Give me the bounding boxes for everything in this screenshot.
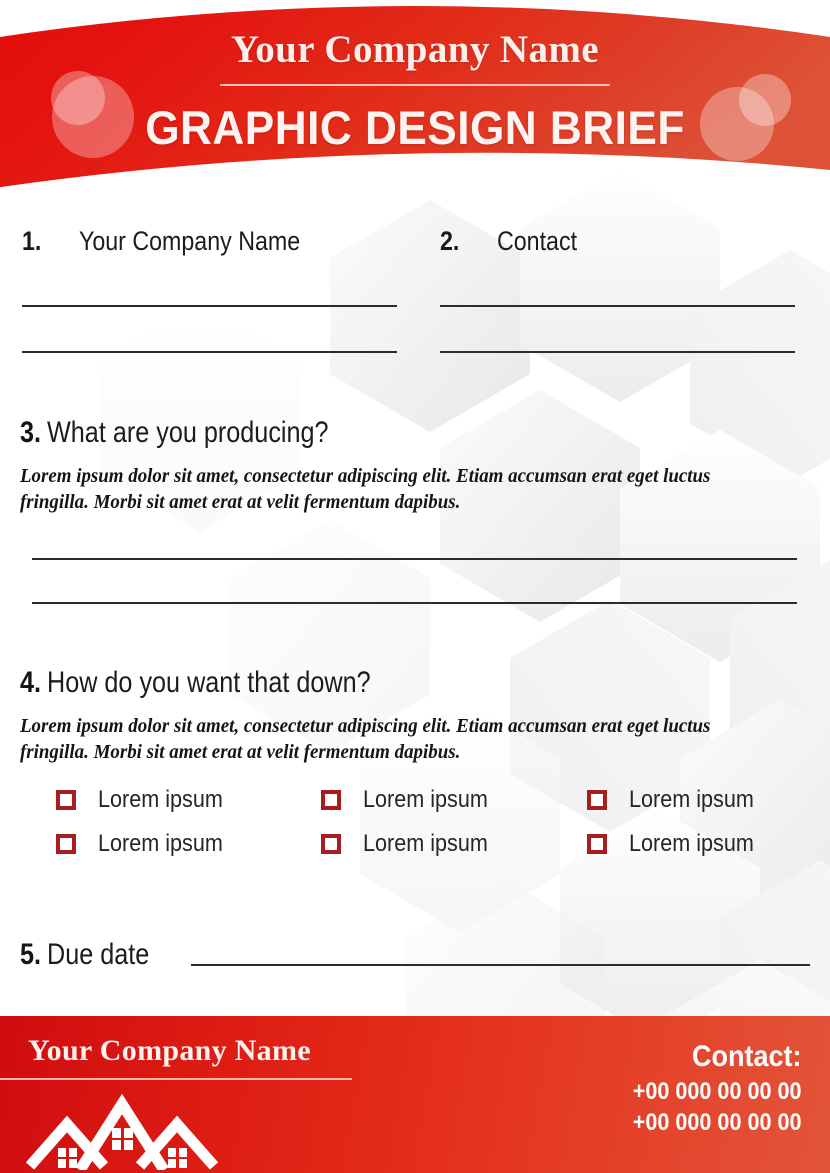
checkbox-icon[interactable] xyxy=(56,790,76,810)
design-brief-page: Your Company Name GRAPHIC DESIGN BRIEF 1… xyxy=(0,0,830,1173)
question-4-block: 4. How do you want that down? Lorem ipsu… xyxy=(20,666,810,858)
question-3-input-line-2[interactable] xyxy=(32,602,797,604)
footer-phone-1[interactable]: +00 000 00 00 00 xyxy=(633,1076,802,1107)
question-1-input-line-2[interactable] xyxy=(22,351,397,353)
header-banner: Your Company Name GRAPHIC DESIGN BRIEF xyxy=(0,0,830,232)
footer-contact-label: Contact: xyxy=(692,1040,802,1073)
checkbox-row: Lorem ipsum Lorem ipsum Lorem ipsum xyxy=(20,830,810,858)
checkbox-icon[interactable] xyxy=(586,790,607,810)
checkbox-icon[interactable] xyxy=(586,834,607,854)
checkbox-label: Lorem ipsum xyxy=(363,786,489,813)
footer-brand-block: Your Company Name xyxy=(0,1032,420,1080)
question-2-input-line-1[interactable] xyxy=(440,305,795,307)
question-2-heading: 2. Contact xyxy=(440,226,795,257)
footer-banner: Your Company Name Contact: +00 000 00 00… xyxy=(0,1016,830,1173)
question-3-answer-lines xyxy=(32,558,797,604)
decorative-circle-right-small xyxy=(739,74,791,126)
checkbox-icon[interactable] xyxy=(321,790,342,810)
checkbox-label: Lorem ipsum xyxy=(98,786,223,813)
checkbox-label: Lorem ipsum xyxy=(363,830,489,857)
checkbox-option[interactable]: Lorem ipsum xyxy=(283,830,546,858)
checkbox-row: Lorem ipsum Lorem ipsum Lorem ipsum xyxy=(20,786,810,814)
question-5-heading: 5. Due date xyxy=(20,938,169,972)
question-3-heading: 3. What are you producing? xyxy=(20,416,810,450)
footer-divider-rule xyxy=(0,1078,352,1080)
question-3-title: What are you producing? xyxy=(47,416,329,449)
question-3-input-line-1[interactable] xyxy=(32,558,797,560)
question-4-checkbox-grid: Lorem ipsum Lorem ipsum Lorem ipsum Lore… xyxy=(20,786,810,858)
question-3-block: 3. What are you producing? Lorem ipsum d… xyxy=(20,416,810,604)
question-4-heading: 4. How do you want that down? xyxy=(20,666,810,700)
question-5-title: Due date xyxy=(47,938,150,971)
question-1-block: 1. Your Company Name xyxy=(22,226,397,353)
question-1-label: Your Company Name xyxy=(78,226,300,256)
question-5-block: 5. Due date xyxy=(20,938,810,972)
footer-company-name: Your Company Name xyxy=(28,1034,311,1067)
question-1-number: 1. xyxy=(22,226,42,256)
question-1-input-line-1[interactable] xyxy=(22,305,397,307)
question-2-block: 2. Contact xyxy=(440,226,795,353)
form-body: 1. Your Company Name 2. Contact 3. What … xyxy=(0,226,830,1016)
question-3-number: 3. xyxy=(20,416,42,449)
footer-phone-2[interactable]: +00 000 00 00 00 xyxy=(633,1107,802,1138)
footer-contact-block: Contact: +00 000 00 00 00 +00 000 00 00 … xyxy=(614,1038,802,1138)
question-2-number: 2. xyxy=(440,226,460,256)
question-4-description: Lorem ipsum dolor sit amet, consectetur … xyxy=(20,716,711,763)
checkbox-label: Lorem ipsum xyxy=(98,830,223,857)
question-3-description: Lorem ipsum dolor sit amet, consectetur … xyxy=(20,466,711,513)
checkbox-option[interactable]: Lorem ipsum xyxy=(20,830,283,858)
question-4-number: 4. xyxy=(20,666,42,699)
question-4-title: How do you want that down? xyxy=(47,666,371,699)
question-1-heading: 1. Your Company Name xyxy=(22,226,397,257)
question-5-input-line[interactable] xyxy=(190,964,810,966)
checkbox-label: Lorem ipsum xyxy=(628,786,754,813)
checkbox-option[interactable]: Lorem ipsum xyxy=(283,786,546,814)
checkbox-icon[interactable] xyxy=(56,834,76,854)
checkbox-option[interactable]: Lorem ipsum xyxy=(20,786,283,814)
question-5-number: 5. xyxy=(20,938,42,971)
checkbox-icon[interactable] xyxy=(321,834,342,854)
header-banner-shape xyxy=(0,6,830,188)
question-2-label: Contact xyxy=(496,226,577,256)
decorative-circle-left-small xyxy=(51,71,105,125)
checkbox-label: Lorem ipsum xyxy=(628,830,754,857)
checkbox-option[interactable]: Lorem ipsum xyxy=(547,830,810,858)
house-roofs-logo-icon xyxy=(25,1093,219,1170)
checkbox-option[interactable]: Lorem ipsum xyxy=(547,786,810,814)
question-2-input-line-2[interactable] xyxy=(440,351,795,353)
